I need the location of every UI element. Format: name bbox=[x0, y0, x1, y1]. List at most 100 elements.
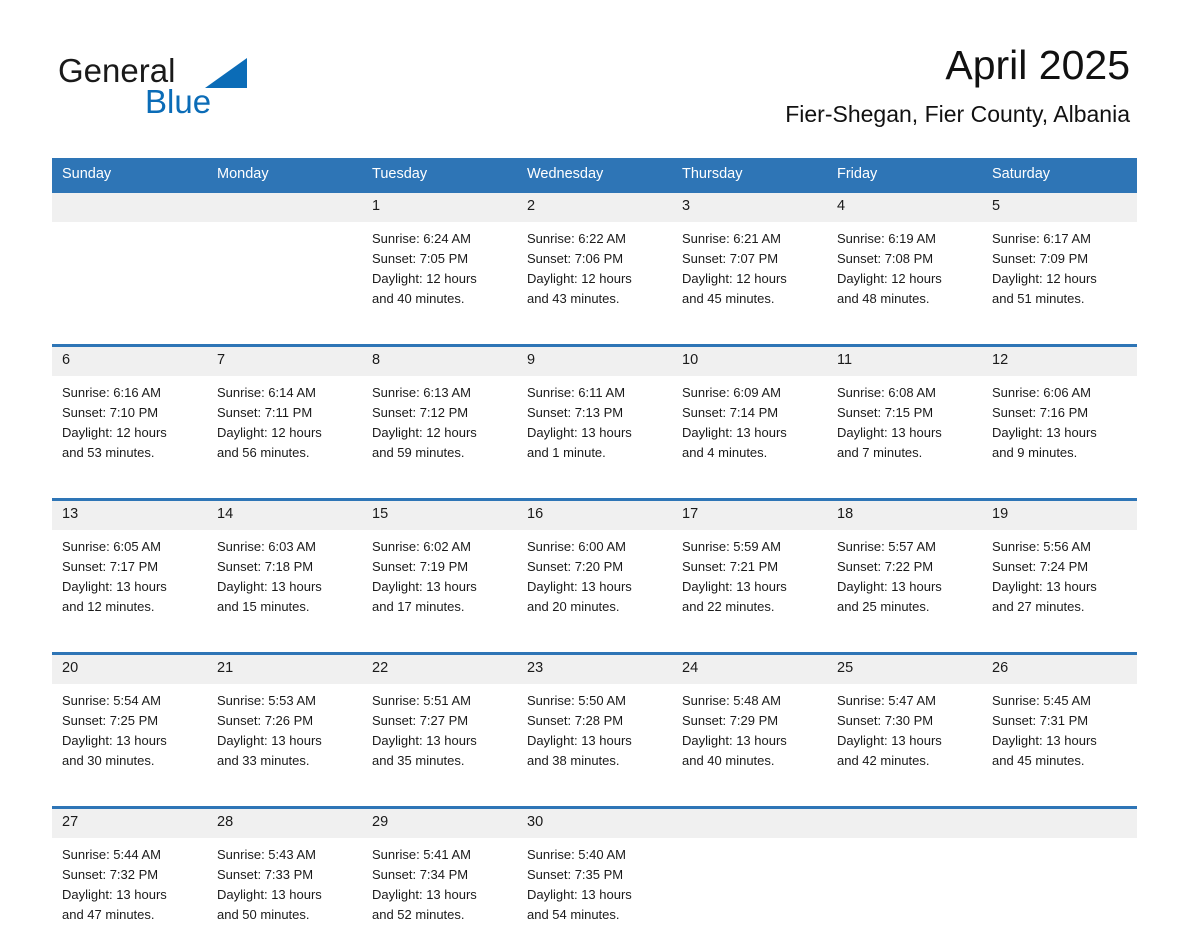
day-sunrise-text: Sunrise: 5:54 AM bbox=[62, 691, 199, 711]
day-number[interactable]: 23 bbox=[517, 654, 672, 685]
weekday-header-sunday: Sunday bbox=[52, 158, 207, 192]
day-sunrise-text: Sunrise: 6:02 AM bbox=[372, 537, 509, 557]
day-cell[interactable]: Sunrise: 6:03 AMSunset: 7:18 PMDaylight:… bbox=[207, 530, 362, 641]
day-daylight-text: Daylight: 13 hours bbox=[992, 731, 1129, 751]
day-number[interactable]: 1 bbox=[362, 192, 517, 223]
day-number[interactable]: 5 bbox=[982, 192, 1137, 223]
day-cell[interactable]: Sunrise: 6:22 AMSunset: 7:06 PMDaylight:… bbox=[517, 222, 672, 333]
calendar-table: Sunday Monday Tuesday Wednesday Thursday… bbox=[52, 158, 1137, 949]
day-cell[interactable]: Sunrise: 6:16 AMSunset: 7:10 PMDaylight:… bbox=[52, 376, 207, 487]
day-cell[interactable]: Sunrise: 5:51 AMSunset: 7:27 PMDaylight:… bbox=[362, 684, 517, 795]
day-cell[interactable]: Sunrise: 5:43 AMSunset: 7:33 PMDaylight:… bbox=[207, 838, 362, 949]
day-number[interactable]: 6 bbox=[52, 346, 207, 377]
day-sunset-text: Sunset: 7:32 PM bbox=[62, 865, 199, 885]
day-cell[interactable]: Sunrise: 6:09 AMSunset: 7:14 PMDaylight:… bbox=[672, 376, 827, 487]
day-number[interactable]: 11 bbox=[827, 346, 982, 377]
day-number[interactable]: 29 bbox=[362, 808, 517, 839]
day-number[interactable]: 15 bbox=[362, 500, 517, 531]
day-cell[interactable]: Sunrise: 5:53 AMSunset: 7:26 PMDaylight:… bbox=[207, 684, 362, 795]
day-cell[interactable]: Sunrise: 6:19 AMSunset: 7:08 PMDaylight:… bbox=[827, 222, 982, 333]
day-cell[interactable]: Sunrise: 5:40 AMSunset: 7:35 PMDaylight:… bbox=[517, 838, 672, 949]
day-number[interactable]: 13 bbox=[52, 500, 207, 531]
day-daylight-text: Daylight: 13 hours bbox=[992, 423, 1129, 443]
day-cell[interactable]: Sunrise: 6:24 AMSunset: 7:05 PMDaylight:… bbox=[362, 222, 517, 333]
day-number[interactable]: 16 bbox=[517, 500, 672, 531]
triangle-icon bbox=[205, 58, 247, 88]
page-subtitle: Fier-Shegan, Fier County, Albania bbox=[785, 101, 1130, 128]
day-number[interactable]: 10 bbox=[672, 346, 827, 377]
day-cell[interactable]: Sunrise: 5:50 AMSunset: 7:28 PMDaylight:… bbox=[517, 684, 672, 795]
day-sunrise-text: Sunrise: 5:44 AM bbox=[62, 845, 199, 865]
day-daylight-text: Daylight: 12 hours bbox=[372, 269, 509, 289]
day-sunset-text: Sunset: 7:06 PM bbox=[527, 249, 664, 269]
day-daylight-text: and 59 minutes. bbox=[372, 443, 509, 463]
day-number[interactable]: 19 bbox=[982, 500, 1137, 531]
day-daylight-text: and 48 minutes. bbox=[837, 289, 974, 309]
day-sunset-text: Sunset: 7:13 PM bbox=[527, 403, 664, 423]
day-cell[interactable]: Sunrise: 5:45 AMSunset: 7:31 PMDaylight:… bbox=[982, 684, 1137, 795]
day-number[interactable]: 8 bbox=[362, 346, 517, 377]
day-cell[interactable]: Sunrise: 5:47 AMSunset: 7:30 PMDaylight:… bbox=[827, 684, 982, 795]
day-daylight-text: and 52 minutes. bbox=[372, 905, 509, 925]
day-cell[interactable]: Sunrise: 6:13 AMSunset: 7:12 PMDaylight:… bbox=[362, 376, 517, 487]
day-cell[interactable]: Sunrise: 6:17 AMSunset: 7:09 PMDaylight:… bbox=[982, 222, 1137, 333]
day-sunset-text: Sunset: 7:21 PM bbox=[682, 557, 819, 577]
day-daylight-text: and 35 minutes. bbox=[372, 751, 509, 771]
day-daylight-text: Daylight: 13 hours bbox=[682, 731, 819, 751]
day-number[interactable]: 28 bbox=[207, 808, 362, 839]
day-number[interactable]: 4 bbox=[827, 192, 982, 223]
day-number[interactable]: 21 bbox=[207, 654, 362, 685]
week-spacer bbox=[52, 795, 1137, 808]
day-sunset-text: Sunset: 7:05 PM bbox=[372, 249, 509, 269]
day-sunrise-text: Sunrise: 6:00 AM bbox=[527, 537, 664, 557]
day-cell[interactable]: Sunrise: 6:05 AMSunset: 7:17 PMDaylight:… bbox=[52, 530, 207, 641]
day-sunrise-text: Sunrise: 6:06 AM bbox=[992, 383, 1129, 403]
day-number[interactable]: 2 bbox=[517, 192, 672, 223]
day-cell[interactable]: Sunrise: 6:11 AMSunset: 7:13 PMDaylight:… bbox=[517, 376, 672, 487]
day-number[interactable]: 14 bbox=[207, 500, 362, 531]
day-number[interactable]: 9 bbox=[517, 346, 672, 377]
day-number[interactable]: 22 bbox=[362, 654, 517, 685]
day-daylight-text: Daylight: 13 hours bbox=[372, 731, 509, 751]
day-cell[interactable]: Sunrise: 6:06 AMSunset: 7:16 PMDaylight:… bbox=[982, 376, 1137, 487]
day-daylight-text: Daylight: 13 hours bbox=[837, 731, 974, 751]
day-number[interactable]: 30 bbox=[517, 808, 672, 839]
day-number[interactable]: 26 bbox=[982, 654, 1137, 685]
day-cell[interactable]: Sunrise: 6:08 AMSunset: 7:15 PMDaylight:… bbox=[827, 376, 982, 487]
day-cell[interactable]: Sunrise: 5:56 AMSunset: 7:24 PMDaylight:… bbox=[982, 530, 1137, 641]
day-cell[interactable]: Sunrise: 6:00 AMSunset: 7:20 PMDaylight:… bbox=[517, 530, 672, 641]
day-number[interactable]: 25 bbox=[827, 654, 982, 685]
week-spacer bbox=[52, 333, 1137, 346]
day-cell[interactable]: Sunrise: 6:14 AMSunset: 7:11 PMDaylight:… bbox=[207, 376, 362, 487]
day-daylight-text: and 45 minutes. bbox=[992, 751, 1129, 771]
day-cell[interactable]: Sunrise: 6:02 AMSunset: 7:19 PMDaylight:… bbox=[362, 530, 517, 641]
day-daylight-text: Daylight: 12 hours bbox=[527, 269, 664, 289]
day-daylight-text: Daylight: 12 hours bbox=[217, 423, 354, 443]
day-number[interactable]: 7 bbox=[207, 346, 362, 377]
day-daylight-text: and 30 minutes. bbox=[62, 751, 199, 771]
day-cell[interactable]: Sunrise: 5:59 AMSunset: 7:21 PMDaylight:… bbox=[672, 530, 827, 641]
day-number[interactable]: 24 bbox=[672, 654, 827, 685]
week-dayinfo-row: Sunrise: 6:16 AMSunset: 7:10 PMDaylight:… bbox=[52, 376, 1137, 487]
day-cell-empty bbox=[52, 222, 207, 333]
week-daynumber-row: 20212223242526 bbox=[52, 654, 1137, 685]
day-cell[interactable]: Sunrise: 5:48 AMSunset: 7:29 PMDaylight:… bbox=[672, 684, 827, 795]
day-number[interactable]: 17 bbox=[672, 500, 827, 531]
day-cell[interactable]: Sunrise: 5:54 AMSunset: 7:25 PMDaylight:… bbox=[52, 684, 207, 795]
weekday-header-monday: Monday bbox=[207, 158, 362, 192]
day-cell[interactable]: Sunrise: 6:21 AMSunset: 7:07 PMDaylight:… bbox=[672, 222, 827, 333]
day-number[interactable]: 18 bbox=[827, 500, 982, 531]
day-cell[interactable]: Sunrise: 5:44 AMSunset: 7:32 PMDaylight:… bbox=[52, 838, 207, 949]
week-dayinfo-row: Sunrise: 5:54 AMSunset: 7:25 PMDaylight:… bbox=[52, 684, 1137, 795]
day-sunrise-text: Sunrise: 5:56 AM bbox=[992, 537, 1129, 557]
day-daylight-text: and 12 minutes. bbox=[62, 597, 199, 617]
day-number[interactable]: 20 bbox=[52, 654, 207, 685]
day-cell[interactable]: Sunrise: 5:57 AMSunset: 7:22 PMDaylight:… bbox=[827, 530, 982, 641]
weekday-header-friday: Friday bbox=[827, 158, 982, 192]
day-number[interactable]: 3 bbox=[672, 192, 827, 223]
day-number[interactable]: 27 bbox=[52, 808, 207, 839]
day-sunrise-text: Sunrise: 5:59 AM bbox=[682, 537, 819, 557]
day-cell[interactable]: Sunrise: 5:41 AMSunset: 7:34 PMDaylight:… bbox=[362, 838, 517, 949]
weekday-header-row: Sunday Monday Tuesday Wednesday Thursday… bbox=[52, 158, 1137, 192]
day-number[interactable]: 12 bbox=[982, 346, 1137, 377]
